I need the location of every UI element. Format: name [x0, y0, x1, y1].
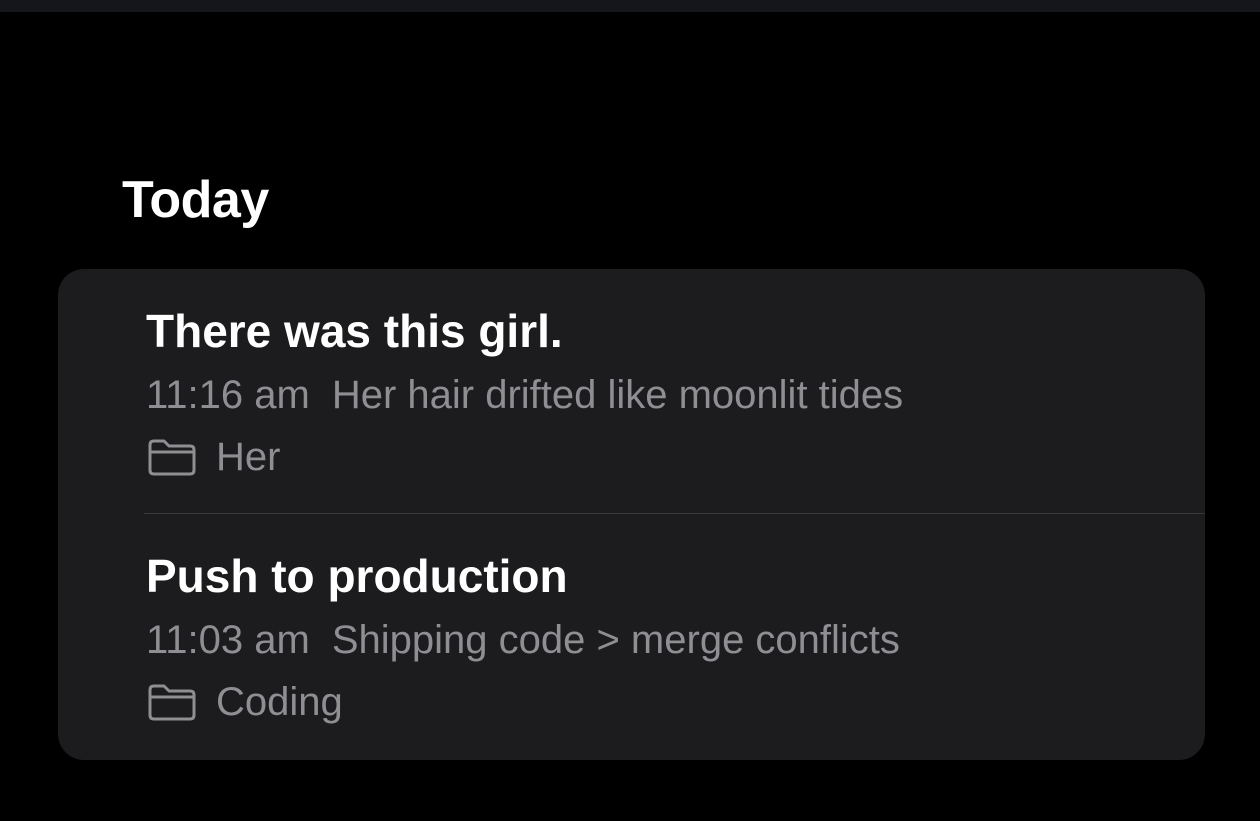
- note-time: 11:03 am: [146, 618, 310, 662]
- note-row[interactable]: There was this girl. 11:16 am Her hair dr…: [58, 269, 1205, 514]
- notes-list-card: There was this girl. 11:16 am Her hair dr…: [58, 269, 1205, 760]
- note-folder-name: Her: [216, 435, 281, 479]
- note-title: There was this girl.: [146, 305, 563, 357]
- note-preview: Her hair drifted like moonlit tides: [331, 373, 904, 417]
- note-meta: 11:03 am Shipping code > merge conflicts: [146, 612, 900, 668]
- note-folder: Coding: [146, 674, 343, 730]
- folder-icon: [146, 437, 198, 477]
- note-time: 11:16 am: [146, 373, 310, 417]
- folder-icon: [146, 682, 198, 722]
- note-row[interactable]: Push to production 11:03 am Shipping code…: [58, 514, 1205, 759]
- note-folder-name: Coding: [216, 680, 343, 724]
- note-preview: Shipping code > merge conflicts: [331, 618, 900, 662]
- note-meta: 11:16 am Her hair drifted like moonlit ti…: [146, 367, 903, 423]
- section-title-today: Today: [122, 171, 269, 229]
- note-folder: Her: [146, 429, 280, 485]
- note-title: Push to production: [146, 550, 568, 602]
- top-status-strip: [0, 0, 1260, 12]
